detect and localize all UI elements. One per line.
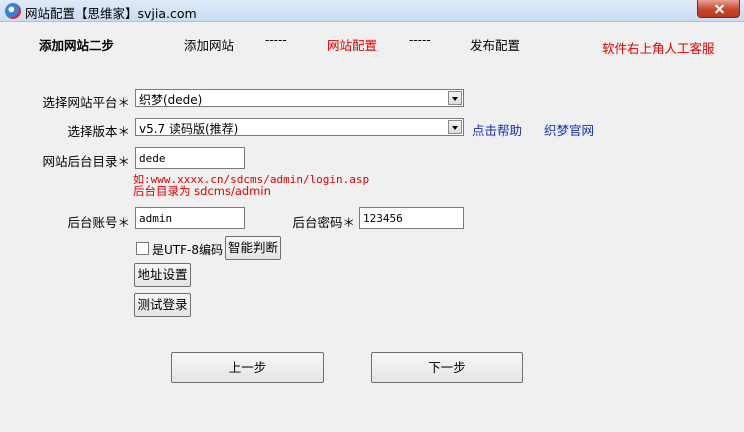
support-notice: 软件右上角人工客服 — [602, 41, 715, 56]
current-step-title: 添加网站二步 — [39, 38, 115, 53]
step-separator: ----- — [265, 33, 287, 47]
test-login-button[interactable]: 测试登录 — [134, 293, 191, 317]
password-label: 后台密码＊ — [292, 215, 355, 230]
admin-dir-input[interactable] — [136, 148, 244, 168]
admin-dir-hint-result: 后台目录为 sdcms/admin — [133, 184, 271, 198]
window-title: 网站配置【思维家】svjia.com — [25, 6, 197, 21]
platform-select-value: 织梦(dede) — [139, 93, 203, 107]
prev-step-button[interactable]: 上一步 — [171, 352, 324, 383]
step-add-site: 添加网站 — [184, 38, 235, 53]
close-button[interactable] — [697, 0, 740, 18]
chevron-down-icon[interactable] — [448, 91, 462, 105]
version-label: 选择版本＊ — [67, 124, 130, 139]
utf8-checkbox-label: 是UTF-8编码 — [152, 243, 223, 257]
next-step-button[interactable]: 下一步 — [371, 352, 523, 383]
chevron-down-icon[interactable] — [448, 120, 462, 134]
address-settings-button[interactable]: 地址设置 — [134, 263, 191, 287]
app-logo-icon — [5, 3, 21, 19]
account-label: 后台账号＊ — [67, 215, 130, 230]
admin-dir-label: 网站后台目录＊ — [42, 154, 130, 169]
account-field[interactable] — [135, 207, 245, 229]
help-link[interactable]: 点击帮助 — [472, 120, 522, 139]
address-settings-button-label: 地址设置 — [137, 267, 188, 282]
test-login-button-label: 测试登录 — [137, 297, 188, 312]
utf8-checkbox[interactable] — [136, 242, 149, 255]
step-site-config: 网站配置 — [327, 38, 378, 53]
smart-detect-button[interactable]: 智能判断 — [225, 236, 281, 260]
official-site-link[interactable]: 织梦官网 — [544, 120, 594, 139]
account-input[interactable] — [136, 208, 244, 228]
smart-detect-button-label: 智能判断 — [227, 240, 278, 255]
title-bar: 网站配置【思维家】svjia.com — [0, 0, 744, 22]
version-select-value: v5.7 读码版(推荐) — [139, 122, 239, 136]
step-separator: ----- — [409, 33, 431, 47]
platform-select[interactable]: 织梦(dede) — [135, 89, 464, 107]
next-step-button-label: 下一步 — [428, 360, 466, 375]
password-input[interactable] — [360, 208, 463, 228]
step-publish-config: 发布配置 — [470, 38, 521, 53]
platform-label: 选择网站平台＊ — [42, 95, 130, 110]
admin-dir-field[interactable] — [135, 147, 245, 169]
password-field[interactable] — [359, 207, 464, 229]
prev-step-button-label: 上一步 — [228, 360, 267, 375]
version-select[interactable]: v5.7 读码版(推荐) — [135, 118, 464, 136]
